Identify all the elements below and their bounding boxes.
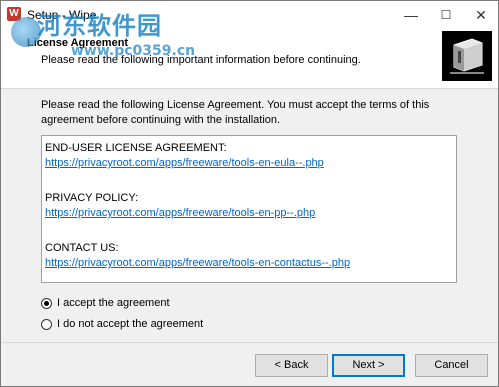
accept-option[interactable]: I accept the agreement: [41, 295, 170, 311]
wizard-content: Please read the following License Agreem…: [1, 89, 498, 341]
decline-radio[interactable]: [41, 318, 52, 330]
wizard-logo-image: [442, 31, 492, 81]
setup-window: W Setup - Wipe — ☐ ✕ License Agreement P…: [0, 0, 499, 387]
privacy-label: PRIVACY POLICY:: [45, 192, 139, 204]
watermark-site-name: 河东软件园: [37, 12, 162, 40]
close-button[interactable]: ✕: [464, 1, 498, 29]
footer-divider: [1, 342, 498, 343]
contact-label: CONTACT US:: [45, 242, 119, 254]
accept-radio[interactable]: [41, 297, 52, 309]
eula-link[interactable]: https://privacyroot.com/apps/freeware/to…: [45, 156, 456, 171]
eula-label: END-USER LICENSE AGREEMENT:: [45, 142, 227, 154]
cancel-button[interactable]: Cancel: [415, 354, 488, 377]
contact-link[interactable]: https://privacyroot.com/apps/freeware/to…: [45, 256, 456, 271]
license-text-box[interactable]: END-USER LICENSE AGREEMENT: https://priv…: [41, 135, 457, 283]
watermark-site-url: www.pc0359.cn: [71, 43, 196, 59]
decline-option[interactable]: I do not accept the agreement: [41, 316, 203, 332]
decline-label[interactable]: I do not accept the agreement: [57, 318, 203, 330]
back-button[interactable]: < Back: [255, 354, 328, 377]
accept-label[interactable]: I accept the agreement: [57, 297, 170, 309]
next-button[interactable]: Next >: [332, 354, 405, 377]
maximize-button[interactable]: ☐: [429, 1, 463, 29]
license-intro-text: Please read the following License Agreem…: [41, 99, 430, 126]
privacy-link[interactable]: https://privacyroot.com/apps/freeware/to…: [45, 206, 456, 221]
minimize-button[interactable]: —: [394, 1, 428, 29]
